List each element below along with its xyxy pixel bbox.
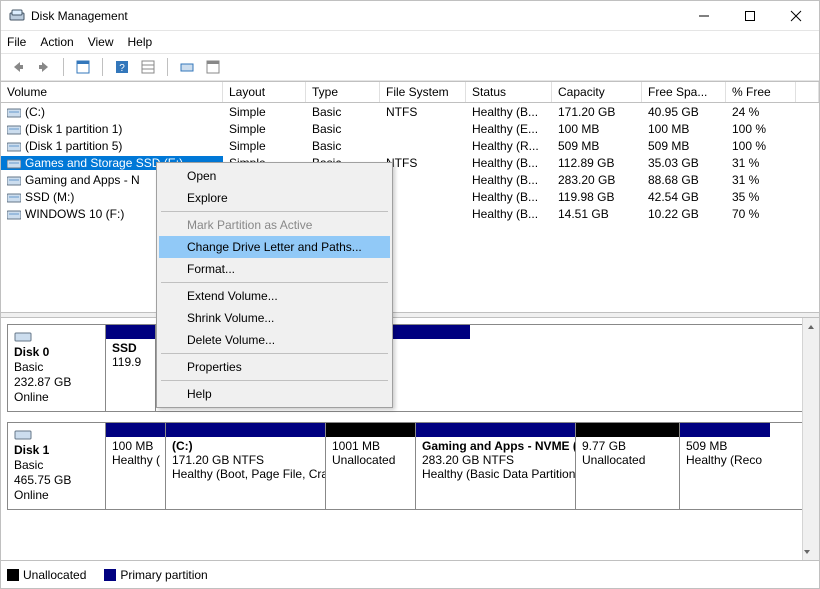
col-capacity[interactable]: Capacity: [552, 82, 642, 102]
menu-item[interactable]: Help: [159, 383, 390, 405]
disk-graphical-view: Disk 0Basic232.87 GBOnlineSSD119.9Games …: [1, 318, 819, 560]
maximize-button[interactable]: [727, 1, 773, 31]
col-type[interactable]: Type: [306, 82, 380, 102]
partition[interactable]: 1001 MBUnallocated: [326, 423, 416, 509]
menu-file[interactable]: File: [7, 35, 26, 49]
col-filesystem[interactable]: File System: [380, 82, 466, 102]
toolbar-icon-1[interactable]: [72, 56, 94, 78]
legend: Unallocated Primary partition: [1, 560, 819, 588]
toolbar-icon-3[interactable]: [176, 56, 198, 78]
partition[interactable]: Gaming and Apps - NVME (I283.20 GB NTFSH…: [416, 423, 576, 509]
help-button[interactable]: ?: [111, 56, 133, 78]
disk-info[interactable]: Disk 0Basic232.87 GBOnline: [8, 325, 106, 411]
partition[interactable]: (C:)171.20 GB NTFSHealthy (Boot, Page Fi…: [166, 423, 326, 509]
col-layout[interactable]: Layout: [223, 82, 306, 102]
svg-text:?: ?: [119, 63, 125, 74]
volume-row[interactable]: Games and Storage SSD (E:)SimpleBasicNTF…: [1, 154, 819, 171]
col-pctfree[interactable]: % Free: [726, 82, 796, 102]
menu-item[interactable]: Shrink Volume...: [159, 307, 390, 329]
scrollbar[interactable]: [802, 318, 819, 560]
context-menu: OpenExplore Mark Partition as ActiveChang…: [156, 162, 393, 408]
menu-item[interactable]: Format...: [159, 258, 390, 280]
disk-info[interactable]: Disk 1Basic465.75 GBOnline: [8, 423, 106, 509]
forward-button[interactable]: [33, 56, 55, 78]
disk-row: Disk 0Basic232.87 GBOnlineSSD119.9Games …: [7, 324, 813, 412]
volume-row[interactable]: SSD (M:)Healthy (B...119.98 GB42.54 GB35…: [1, 188, 819, 205]
menubar: File Action View Help: [1, 31, 819, 53]
app-icon: [9, 8, 25, 24]
toolbar-icon-2[interactable]: [137, 56, 159, 78]
partition[interactable]: SSD119.9: [106, 325, 156, 411]
menu-item[interactable]: Open: [159, 165, 390, 187]
menu-item[interactable]: Change Drive Letter and Paths...: [159, 236, 390, 258]
column-headers: Volume Layout Type File System Status Ca…: [1, 81, 819, 103]
volume-row[interactable]: (C:)SimpleBasicNTFSHealthy (B...171.20 G…: [1, 103, 819, 120]
menu-help[interactable]: Help: [128, 35, 153, 49]
col-status[interactable]: Status: [466, 82, 552, 102]
menu-item: Mark Partition as Active: [159, 214, 390, 236]
partition[interactable]: 100 MBHealthy (: [106, 423, 166, 509]
menu-item[interactable]: Delete Volume...: [159, 329, 390, 351]
menu-item[interactable]: Properties: [159, 356, 390, 378]
volume-list: Volume Layout Type File System Status Ca…: [1, 81, 819, 318]
back-button[interactable]: [7, 56, 29, 78]
toolbar-icon-4[interactable]: [202, 56, 224, 78]
scroll-up-button[interactable]: [803, 318, 819, 335]
toolbar: ?: [1, 53, 819, 81]
menu-item[interactable]: Explore: [159, 187, 390, 209]
window-title: Disk Management: [31, 9, 681, 23]
partition[interactable]: 9.77 GBUnallocated: [576, 423, 680, 509]
col-volume[interactable]: Volume: [1, 82, 223, 102]
minimize-button[interactable]: [681, 1, 727, 31]
volume-row[interactable]: Gaming and Apps - NHealthy (B...283.20 G…: [1, 171, 819, 188]
col-freespace[interactable]: Free Spa...: [642, 82, 726, 102]
menu-view[interactable]: View: [88, 35, 114, 49]
legend-primary: Primary partition: [104, 568, 207, 582]
legend-unallocated: Unallocated: [7, 568, 86, 582]
close-button[interactable]: [773, 1, 819, 31]
volume-row[interactable]: (Disk 1 partition 1)SimpleBasicHealthy (…: [1, 120, 819, 137]
partition[interactable]: 509 MBHealthy (Reco: [680, 423, 770, 509]
titlebar: Disk Management: [1, 1, 819, 31]
volume-row[interactable]: WINDOWS 10 (F:)Healthy (B...14.51 GB10.2…: [1, 205, 819, 222]
scroll-down-button[interactable]: [803, 543, 811, 560]
menu-action[interactable]: Action: [40, 35, 73, 49]
volume-row[interactable]: (Disk 1 partition 5)SimpleBasicHealthy (…: [1, 137, 819, 154]
menu-item[interactable]: Extend Volume...: [159, 285, 390, 307]
disk-row: Disk 1Basic465.75 GBOnline100 MBHealthy …: [7, 422, 813, 510]
